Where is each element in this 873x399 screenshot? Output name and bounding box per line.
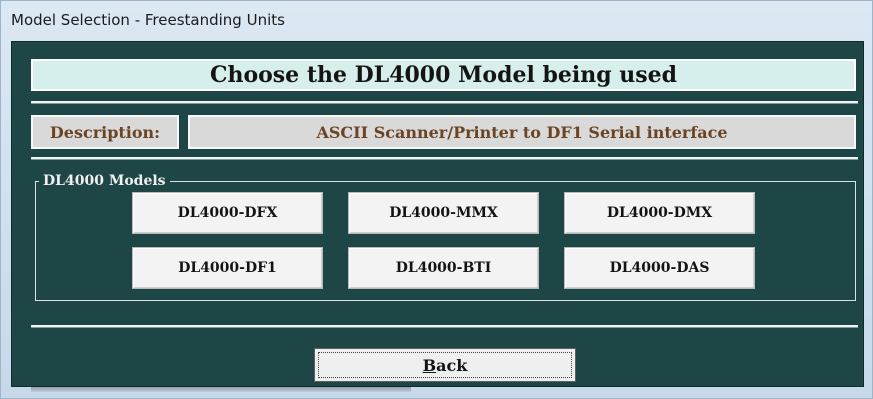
window-title: Model Selection - Freestanding Units: [11, 11, 285, 29]
page-title: Choose the DL4000 Model being used: [209, 62, 678, 88]
back-button-focus-rect: Back: [318, 352, 572, 378]
description-label: Description:: [49, 122, 161, 142]
description-value: ASCII Scanner/Printer to DF1 Serial inte…: [316, 122, 728, 142]
models-group-legend: DL4000 Models: [39, 173, 170, 189]
model-button-dl4000-mmx[interactable]: DL4000-MMX: [348, 192, 539, 234]
dialog-body: Choose the DL4000 Model being used Descr…: [11, 41, 864, 387]
description-value-box: ASCII Scanner/Printer to DF1 Serial inte…: [188, 115, 856, 149]
model-button-dl4000-bti[interactable]: DL4000-BTI: [348, 247, 539, 289]
header-banner: Choose the DL4000 Model being used: [31, 59, 856, 91]
title-bar[interactable]: Model Selection - Freestanding Units: [1, 1, 873, 41]
back-button[interactable]: Back: [314, 348, 576, 382]
divider-middle: [31, 157, 858, 159]
divider-top: [31, 101, 858, 103]
window-bottom-edge: [31, 387, 411, 392]
divider-bottom: [31, 325, 858, 327]
model-button-dl4000-dmx[interactable]: DL4000-DMX: [564, 192, 755, 234]
back-button-label: ack: [436, 355, 468, 375]
description-label-box: Description:: [31, 115, 179, 149]
app-window: Model Selection - Freestanding Units Cho…: [0, 0, 873, 399]
model-button-dl4000-das[interactable]: DL4000-DAS: [564, 247, 755, 289]
model-button-dl4000-df1[interactable]: DL4000-DF1: [132, 247, 323, 289]
back-button-mnemonic: B: [422, 355, 437, 375]
model-button-dl4000-dfx[interactable]: DL4000-DFX: [132, 192, 323, 234]
